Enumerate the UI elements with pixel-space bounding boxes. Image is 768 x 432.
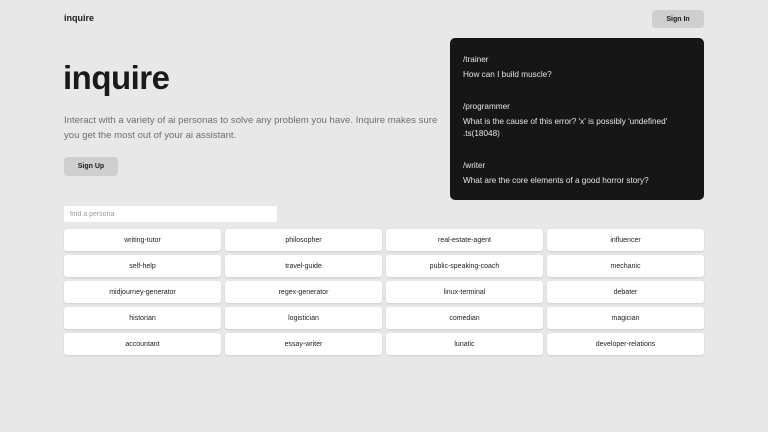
persona-card[interactable]: self-help: [64, 255, 221, 277]
example-prompt: /programmer What is the cause of this er…: [463, 101, 693, 140]
brand-logo-text[interactable]: inquire: [64, 13, 94, 23]
persona-card[interactable]: comedian: [386, 307, 543, 329]
example-command: /trainer: [463, 55, 489, 64]
hero-description: Interact with a variety of ai personas t…: [64, 115, 438, 141]
hero-title: inquire: [63, 59, 170, 96]
sign-up-button[interactable]: Sign Up: [64, 157, 118, 176]
example-question: What is the cause of this error? 'x' is …: [463, 117, 668, 138]
persona-card[interactable]: mechanic: [547, 255, 704, 277]
example-question: How can I build muscle?: [463, 70, 552, 79]
example-prompt: /writer What are the core elements of a …: [463, 160, 693, 187]
persona-card[interactable]: philosopher: [225, 229, 382, 251]
persona-card[interactable]: lunatic: [386, 333, 543, 355]
persona-card[interactable]: developer-relations: [547, 333, 704, 355]
persona-card[interactable]: travel-guide: [225, 255, 382, 277]
example-command: /programmer: [463, 102, 510, 111]
example-prompts-panel: /trainer How can I build muscle? /progra…: [450, 38, 704, 200]
persona-search-input[interactable]: [64, 206, 277, 222]
persona-card[interactable]: accountant: [64, 333, 221, 355]
example-prompt: /trainer How can I build muscle?: [463, 54, 693, 81]
top-bar: inquire Sign In: [0, 0, 768, 38]
persona-card[interactable]: regex-generator: [225, 281, 382, 303]
persona-card[interactable]: essay-writer: [225, 333, 382, 355]
persona-card[interactable]: historian: [64, 307, 221, 329]
persona-card[interactable]: midjourney-generator: [64, 281, 221, 303]
sign-in-button[interactable]: Sign In: [652, 10, 704, 28]
persona-card[interactable]: debater: [547, 281, 704, 303]
persona-card[interactable]: public-speaking-coach: [386, 255, 543, 277]
persona-card[interactable]: real-estate-agent: [386, 229, 543, 251]
persona-card[interactable]: linux-terminal: [386, 281, 543, 303]
persona-card[interactable]: writing-tutor: [64, 229, 221, 251]
example-question: What are the core elements of a good hor…: [463, 176, 649, 185]
persona-card[interactable]: influencer: [547, 229, 704, 251]
example-command: /writer: [463, 161, 486, 170]
persona-grid: writing-tutor philosopher real-estate-ag…: [64, 229, 704, 355]
persona-card[interactable]: logistician: [225, 307, 382, 329]
persona-card[interactable]: magician: [547, 307, 704, 329]
